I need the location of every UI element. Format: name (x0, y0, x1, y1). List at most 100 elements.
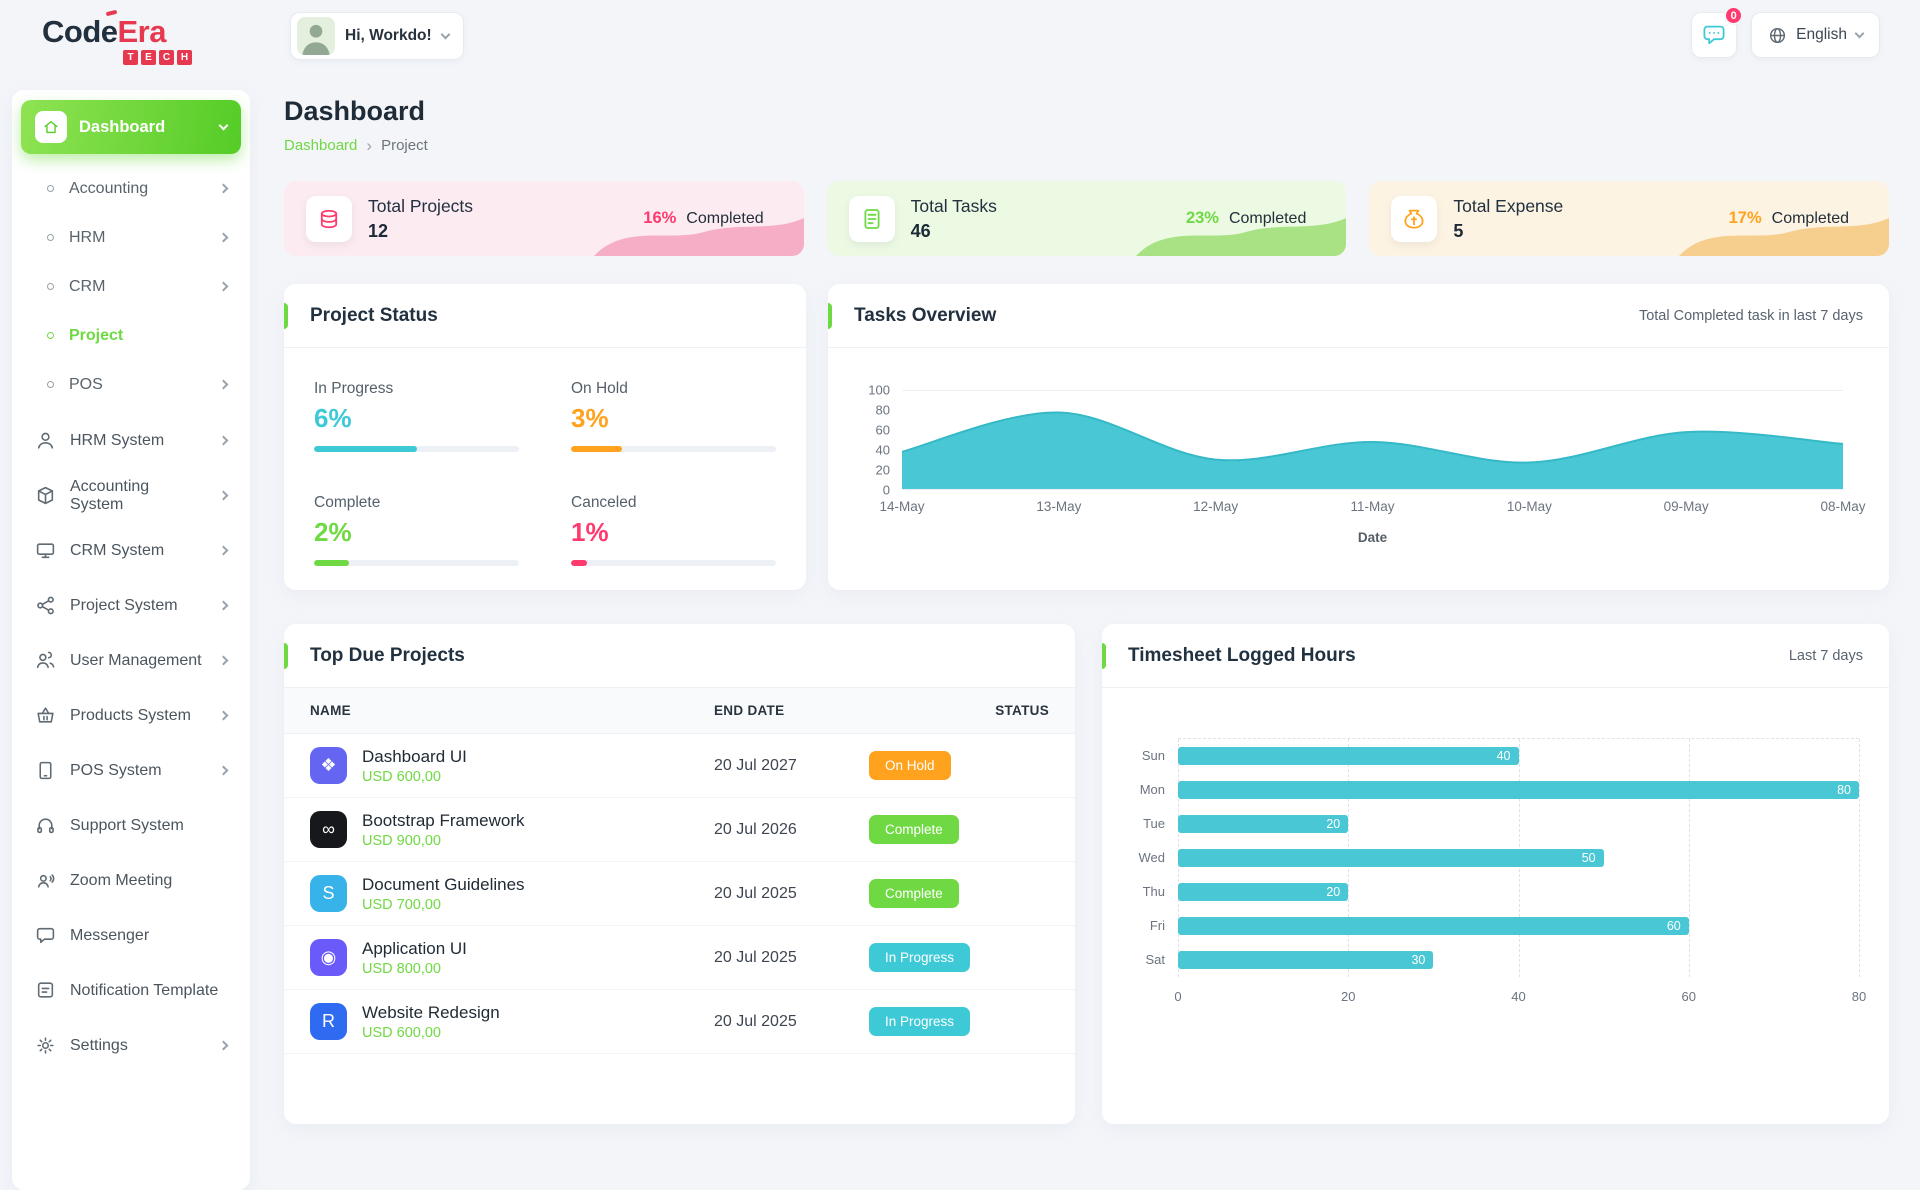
sidebar-item-pos-system[interactable]: POS System (21, 743, 241, 798)
chevron-right-icon (219, 436, 229, 446)
table-row[interactable]: R Website Redesign USD 600,00 20 Jul 202… (284, 990, 1075, 1054)
sidebar-item-support-system[interactable]: Support System (21, 798, 241, 853)
tasks-xaxis-title: Date (856, 530, 1843, 545)
tasks-ytick: 100 (868, 383, 890, 398)
gear-icon (35, 1035, 56, 1056)
status-label: In Progress (314, 380, 519, 398)
sidebar-item-settings[interactable]: Settings (21, 1018, 241, 1073)
table-row[interactable]: S Document Guidelines USD 700,00 20 Jul … (284, 862, 1075, 926)
breadcrumb-current: Project (381, 137, 428, 154)
user-icon (35, 430, 56, 451)
status-percent: 2% (314, 517, 519, 548)
home-icon (35, 111, 67, 143)
sidebar-item-pos[interactable]: POS (21, 360, 241, 409)
timesheet-chart: SunMonTueWedThuFriSat 40802050206030 020… (1128, 738, 1859, 1009)
project-icon: ❖ (310, 747, 347, 784)
breadcrumb-dashboard-link[interactable]: Dashboard (284, 137, 357, 154)
column-header-name: NAME (284, 703, 714, 718)
timesheet-bar-row: 50 (1178, 841, 1859, 875)
coins-icon (306, 196, 352, 242)
status-badge: On Hold (869, 751, 951, 780)
sidebar-item-hrm[interactable]: HRM (21, 213, 241, 262)
timesheet-bar: 60 (1178, 917, 1689, 935)
card-title: Tasks Overview (854, 305, 996, 327)
tasks-xaxis: 14-May13-May12-May11-May10-May09-May08-M… (902, 489, 1843, 517)
stat-value: 46 (911, 221, 997, 242)
project-icon-glyph: S (322, 883, 334, 904)
timesheet-bar-value: 30 (1411, 953, 1425, 967)
sidebar-item-project[interactable]: Project (21, 311, 241, 360)
progress-fill (314, 560, 349, 566)
status-badge: In Progress (869, 1007, 970, 1036)
status-on-hold: On Hold 3% (571, 380, 776, 452)
headset-icon (35, 815, 56, 836)
brand-logo[interactable]: CodeEra T E C H (42, 16, 192, 65)
stats-row: Total Projects 12 16% Completed Total Ta… (284, 181, 1889, 256)
timesheet-bar: 50 (1178, 849, 1604, 867)
chevron-right-icon (219, 184, 229, 194)
basket-icon (35, 705, 56, 726)
timesheet-category: Tue (1128, 806, 1178, 840)
sidebar-item-products-system[interactable]: Products System (21, 688, 241, 743)
table-row[interactable]: ❖ Dashboard UI USD 600,00 20 Jul 2027 On… (284, 734, 1075, 798)
sidebar-item-project-system[interactable]: Project System (21, 578, 241, 633)
project-name: Website Redesign (362, 1003, 500, 1023)
sidebar-item-label: Project (69, 327, 123, 345)
template-icon (35, 980, 56, 1001)
sidebar-item-label: HRM System (70, 432, 164, 450)
column-header-status: STATUS (869, 703, 1075, 718)
stat-card-total-tasks: Total Tasks 46 23% Completed (827, 181, 1347, 256)
chevron-right-icon (219, 491, 229, 501)
stat-value: 12 (368, 221, 473, 242)
sidebar-item-label: POS (69, 376, 103, 394)
sidebar-item-notification-template[interactable]: Notification Template (21, 963, 241, 1018)
table-row[interactable]: ◉ Application UI USD 800,00 20 Jul 2025 … (284, 926, 1075, 990)
timesheet-xtick: 20 (1341, 989, 1355, 1004)
sidebar-item-user-management[interactable]: User Management (21, 633, 241, 688)
project-end-date: 20 Jul 2027 (714, 757, 869, 775)
calculator-icon (849, 196, 895, 242)
project-end-date: 20 Jul 2025 (714, 1013, 869, 1031)
sidebar-item-hrm-system[interactable]: HRM System (21, 413, 241, 468)
status-label: On Hold (571, 380, 776, 398)
project-icon-glyph: ∞ (322, 819, 335, 840)
sidebar-item-dashboard[interactable]: Dashboard (21, 100, 241, 154)
tasks-yaxis: 020406080100 (856, 390, 902, 490)
sidebar-item-label: CRM (69, 278, 105, 296)
share-nodes-icon (35, 595, 56, 616)
sidebar: Dashboard Accounting HRM CRM Project POS (12, 90, 250, 1190)
sidebar-item-label: Support System (70, 817, 184, 835)
sidebar-item-accounting[interactable]: Accounting (21, 164, 241, 213)
tasks-xtick: 10-May (1507, 499, 1552, 514)
brand-tech-letter: E (141, 50, 156, 65)
timesheet-bar-row: 40 (1178, 739, 1859, 773)
timesheet-category: Fri (1128, 908, 1178, 942)
table-row[interactable]: ∞ Bootstrap Framework USD 900,00 20 Jul … (284, 798, 1075, 862)
sidebar-item-label: Products System (70, 707, 191, 725)
card-title: Timesheet Logged Hours (1128, 645, 1356, 667)
tasks-ytick: 40 (876, 443, 890, 458)
top-due-projects-card: Top Due Projects NAME END DATE STATUS ❖ … (284, 624, 1075, 1124)
stat-value: 5 (1453, 221, 1563, 242)
sidebar-item-messenger[interactable]: Messenger (21, 908, 241, 963)
sidebar-item-label: Settings (70, 1037, 128, 1055)
project-amount: USD 600,00 (362, 769, 467, 785)
progress-fill (314, 446, 417, 452)
project-icon-glyph: R (322, 1011, 335, 1032)
sidebar-item-label: Notification Template (70, 982, 218, 1000)
sidebar-item-zoom-meeting[interactable]: Zoom Meeting (21, 853, 241, 908)
sidebar-item-crm[interactable]: CRM (21, 262, 241, 311)
sidebar-item-accounting-system[interactable]: Accounting System (21, 468, 241, 523)
sidebar-item-label: CRM System (70, 542, 164, 560)
table-header: NAME END DATE STATUS (284, 688, 1075, 734)
status-badge: Complete (869, 879, 959, 908)
chevron-right-icon (219, 656, 229, 666)
brand-tech-letter: C (159, 50, 174, 65)
chevron-right-icon (219, 601, 229, 611)
brand-code: Code (42, 14, 118, 49)
timesheet-bar-value: 20 (1326, 885, 1340, 899)
project-amount: USD 800,00 (362, 961, 467, 977)
project-status-card: Project Status In Progress 6% On Hold 3%… (284, 284, 806, 590)
sidebar-item-crm-system[interactable]: CRM System (21, 523, 241, 578)
status-complete: Complete 2% (314, 494, 519, 566)
